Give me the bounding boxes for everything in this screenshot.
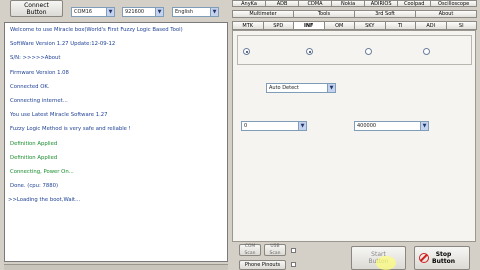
tab-adi[interactable]: ADI — [415, 21, 447, 30]
stop-icon — [419, 253, 429, 263]
tab-adirios[interactable]: ADIRIOS — [364, 0, 399, 7]
detect-select[interactable]: Auto Detect ▼ — [266, 83, 336, 93]
tab-sky[interactable]: SKY — [354, 21, 386, 30]
log-line: Connecting internet... — [10, 98, 68, 104]
tab-ti[interactable]: TI — [384, 21, 416, 30]
language-select[interactable]: English ▼ — [172, 7, 219, 17]
baud-value: 921600 — [125, 9, 145, 15]
log-line: S/N: >>>>>About — [10, 55, 61, 61]
tab-inf[interactable]: INF — [293, 21, 325, 30]
language-value: English — [175, 9, 194, 15]
checkbox-2[interactable] — [291, 262, 296, 267]
port-value: COM16 — [74, 9, 93, 15]
tab-si[interactable]: SI — [445, 21, 477, 30]
chevron-down-icon: ▼ — [210, 8, 218, 16]
log-line: Fuzzy Logic Method is very safe and reli… — [10, 126, 131, 132]
tab-multimeter[interactable]: Multimeter — [232, 10, 294, 18]
log-line: >>Loading the boot,Wait... — [8, 197, 81, 203]
tab-row-3: MTK SPD INF OM SKY TI ADI SI — [232, 21, 477, 30]
tab-om[interactable]: OM — [323, 21, 355, 30]
left-value: 0 — [244, 123, 248, 129]
tab-coolpad[interactable]: Coolpad — [397, 0, 432, 7]
chevron-down-icon: ▼ — [106, 8, 114, 16]
tab-row-2: Multimeter Tools 3rd Soft About — [232, 10, 477, 18]
com-scan-label: COM Scan — [244, 244, 256, 256]
connect-button[interactable]: Connect Button — [10, 0, 63, 17]
tab-row-1: AnyKa ADB CDMA Nokia ADIRIOS Coolpad Osc… — [232, 0, 478, 7]
log-line: Definition Applied — [10, 155, 58, 161]
log-line: Done. (cpu: 7880) — [10, 183, 59, 189]
baud-select[interactable]: 921600 ▼ — [122, 7, 164, 17]
stop-button[interactable]: Stop Button — [414, 246, 470, 270]
tab-oscilloscope[interactable]: Oscilloscope — [430, 0, 478, 7]
status-bar — [4, 264, 228, 270]
tab-mtk[interactable]: MTK — [232, 21, 264, 30]
tab-3rd-soft[interactable]: 3rd Soft — [354, 10, 416, 18]
radio-option-4[interactable] — [423, 48, 430, 55]
checkbox-1[interactable] — [291, 248, 296, 253]
tab-adb[interactable]: ADB — [265, 0, 300, 7]
port-select[interactable]: COM16 ▼ — [71, 7, 115, 17]
phone-pinouts-button[interactable]: Phone Pinouts — [239, 260, 286, 270]
tab-anyka[interactable]: AnyKa — [232, 0, 267, 7]
chevron-down-icon: ▼ — [155, 8, 163, 16]
radio-group — [237, 35, 472, 65]
tab-tools[interactable]: Tools — [293, 10, 355, 18]
chevron-down-icon: ▼ — [298, 122, 306, 130]
chevron-down-icon: ▼ — [327, 84, 335, 92]
com-scan-button[interactable]: COM Scan — [239, 244, 261, 256]
log-line: You use Latest Miracle Software 1.27 — [10, 112, 108, 118]
log-line: Connected OK. — [10, 84, 50, 90]
tab-about[interactable]: About — [415, 10, 477, 18]
chevron-down-icon: ▼ — [420, 122, 428, 130]
log-line: Definition Applied — [10, 141, 58, 147]
tab-spd[interactable]: SPD — [262, 21, 294, 30]
right-value-select[interactable]: 400000 ▼ — [354, 121, 429, 131]
detect-value: Auto Detect — [269, 85, 299, 91]
right-value: 400000 — [357, 123, 377, 129]
tab-cdma[interactable]: CDMA — [298, 0, 333, 7]
inf-panel: Auto Detect ▼ 0 ▼ 400000 ▼ — [232, 30, 476, 242]
log-line: SoftWare Version 1.27 Update:12-09-12 — [10, 41, 116, 47]
usb-scan-label: USB Scan — [269, 244, 281, 256]
stop-button-label: Stop Button — [432, 251, 455, 265]
radio-option-3[interactable] — [365, 48, 372, 55]
log-line: Connecting, Power On... — [10, 169, 74, 175]
cursor-highlight — [376, 256, 396, 270]
log-line: Firmware Version 1.08 — [10, 70, 69, 76]
log-line: Welcome to use Miracle box(World's First… — [10, 27, 183, 33]
log-panel: Welcome to use Miracle box(World's First… — [4, 22, 228, 262]
tab-nokia[interactable]: Nokia — [331, 0, 366, 7]
left-value-select[interactable]: 0 ▼ — [241, 121, 307, 131]
radio-option-1[interactable] — [243, 48, 250, 55]
phone-pinouts-label: Phone Pinouts — [244, 261, 281, 268]
connect-button-label: Connect Button — [24, 1, 49, 16]
radio-option-2[interactable] — [306, 48, 313, 55]
usb-scan-button[interactable]: USB Scan — [264, 244, 286, 256]
